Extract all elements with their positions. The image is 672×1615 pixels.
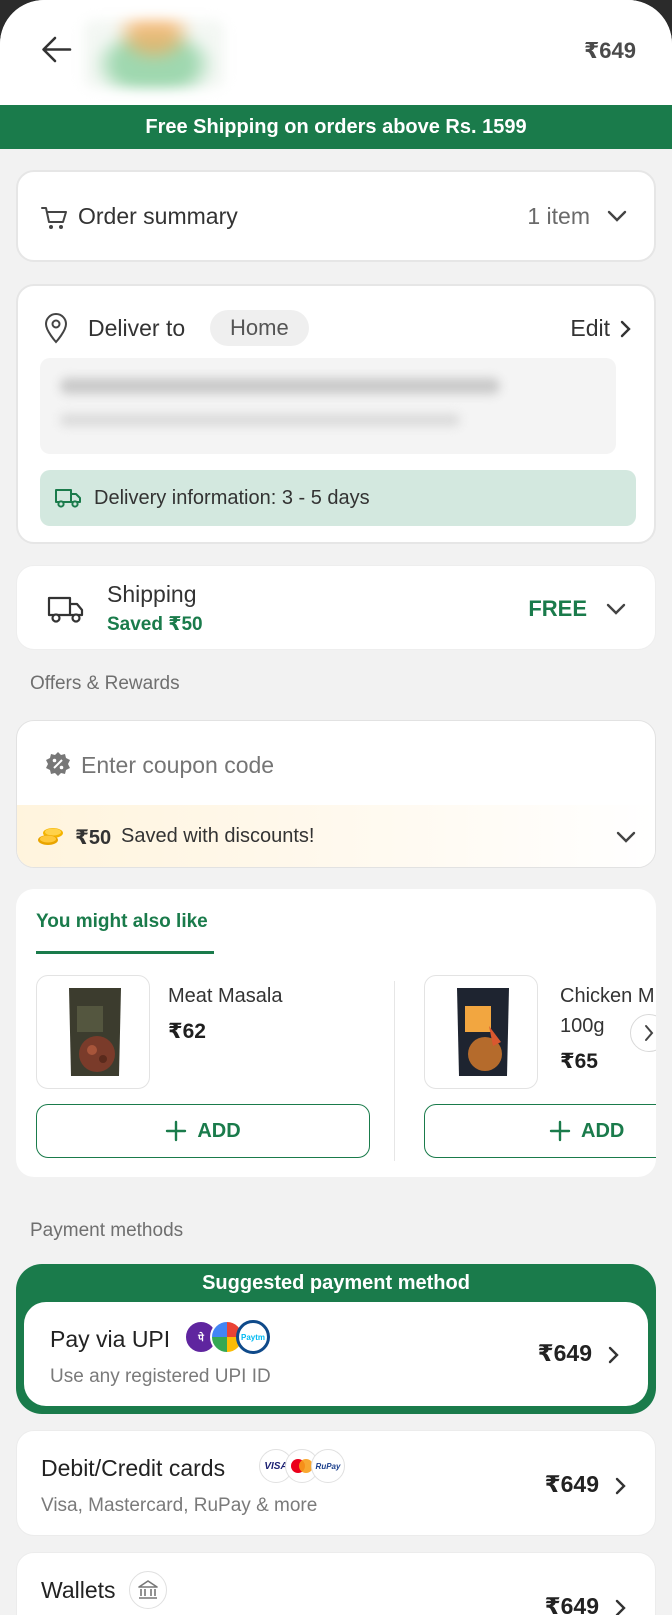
chevron-down-icon	[607, 210, 627, 222]
offers-heading: Offers & Rewards	[30, 673, 180, 694]
add-to-cart-button[interactable]: ADD	[36, 1104, 370, 1158]
address-text-redacted	[40, 358, 616, 454]
carousel-next-button[interactable]	[630, 1014, 656, 1052]
discount-badge-icon	[46, 752, 70, 776]
delivery-info-banner: Delivery information: 3 - 5 days	[40, 470, 636, 526]
product-image-meat-masala[interactable]	[36, 975, 150, 1089]
coins-icon	[38, 828, 63, 845]
plus-icon	[166, 1120, 187, 1142]
upi-payment-option[interactable]: Pay via UPI पे Paytm Use any registered …	[24, 1302, 648, 1406]
tab-you-might-also-like[interactable]: You might also like	[36, 911, 208, 933]
savings-row[interactable]: ₹50 Saved with discounts!	[17, 805, 655, 867]
add-label: ADD	[581, 1119, 625, 1142]
payment-heading: Payment methods	[30, 1220, 184, 1241]
shipping-truck-icon	[47, 596, 84, 623]
order-summary-title: Order summary	[78, 203, 238, 229]
chevron-down-icon	[606, 603, 626, 615]
cart-icon	[41, 207, 67, 229]
shipping-saved: Saved ₹50	[107, 614, 203, 635]
edit-address-button[interactable]: Edit	[570, 315, 632, 342]
rupay-icon: RuPay	[311, 1449, 345, 1483]
product-size: 100g	[560, 1015, 605, 1037]
recommendations-card: You might also like Meat Masala ₹62 ADD	[16, 889, 656, 1177]
top-bar: ₹649	[0, 0, 672, 105]
edit-label: Edit	[570, 315, 610, 341]
add-to-cart-button[interactable]: ADD	[424, 1104, 656, 1158]
product-name: Chicken M	[560, 985, 655, 1007]
chevron-down-icon	[616, 831, 636, 843]
suggested-payment-box: Suggested payment method Pay via UPI पे …	[16, 1264, 656, 1414]
card-payment-option[interactable]: Debit/Credit cards VISA RuPay Visa, Mast…	[16, 1430, 656, 1536]
tab-underline	[36, 951, 214, 954]
coupon-code-input[interactable]	[81, 741, 621, 789]
address-type-chip: Home	[210, 310, 309, 346]
chevron-right-icon	[615, 1477, 626, 1495]
product-price: ₹62	[168, 1020, 206, 1043]
upi-subtitle: Use any registered UPI ID	[50, 1366, 271, 1387]
plus-icon	[549, 1120, 571, 1142]
checkout-screen: ₹649 Free Shipping on orders above Rs. 1…	[0, 0, 672, 1615]
product-divider	[394, 981, 395, 1161]
savings-amount: ₹50	[75, 827, 112, 849]
savings-text: Saved with discounts!	[121, 825, 315, 847]
deliver-to-label: Deliver to	[88, 315, 186, 341]
product-image-chicken-masala[interactable]	[424, 975, 538, 1089]
delivery-info-text: Delivery information: 3 - 5 days	[94, 486, 370, 509]
bank-icon	[129, 1571, 167, 1609]
shipping-title: Shipping	[107, 581, 197, 607]
upi-title: Pay via UPI	[50, 1326, 171, 1352]
suggested-payment-label: Suggested payment method	[202, 1272, 470, 1294]
chevron-right-icon	[615, 1599, 626, 1615]
cards-title: Debit/Credit cards	[41, 1455, 226, 1481]
store-logo	[84, 20, 224, 88]
chevron-right-icon	[645, 1025, 654, 1041]
chevron-right-icon	[608, 1346, 619, 1364]
cards-subtitle: Visa, Mastercard, RuPay & more	[41, 1495, 318, 1516]
header-total: ₹649	[583, 38, 636, 63]
paytm-icon: Paytm	[236, 1320, 270, 1354]
wallets-title: Wallets	[41, 1577, 116, 1603]
free-shipping-banner: Free Shipping on orders above Rs. 1599	[0, 105, 672, 149]
offers-card: ₹50 Saved with discounts!	[16, 720, 656, 868]
chicken-masala-pack-icon	[457, 988, 509, 1076]
shipping-card[interactable]: Shipping Saved ₹50 FREE	[16, 565, 656, 650]
meat-masala-pack-icon	[69, 988, 121, 1076]
order-item-count: 1 item	[527, 203, 590, 229]
upi-amount: ₹649	[537, 1340, 592, 1366]
product-name: Meat Masala	[168, 985, 283, 1007]
cards-amount: ₹649	[544, 1471, 599, 1497]
delivery-card: Deliver to Home Edit Delivery informatio…	[16, 284, 656, 544]
add-label: ADD	[197, 1119, 241, 1142]
location-pin-icon	[44, 313, 68, 344]
wallets-payment-option[interactable]: Wallets ₹649	[16, 1552, 656, 1615]
product-price: ₹65	[560, 1050, 598, 1073]
delivery-truck-icon	[55, 489, 81, 508]
shipping-status: FREE	[528, 596, 587, 621]
order-summary-card[interactable]: Order summary 1 item	[16, 170, 656, 262]
back-arrow-icon[interactable]	[36, 30, 76, 70]
chevron-right-icon	[620, 320, 631, 337]
wallets-amount: ₹649	[544, 1593, 599, 1615]
